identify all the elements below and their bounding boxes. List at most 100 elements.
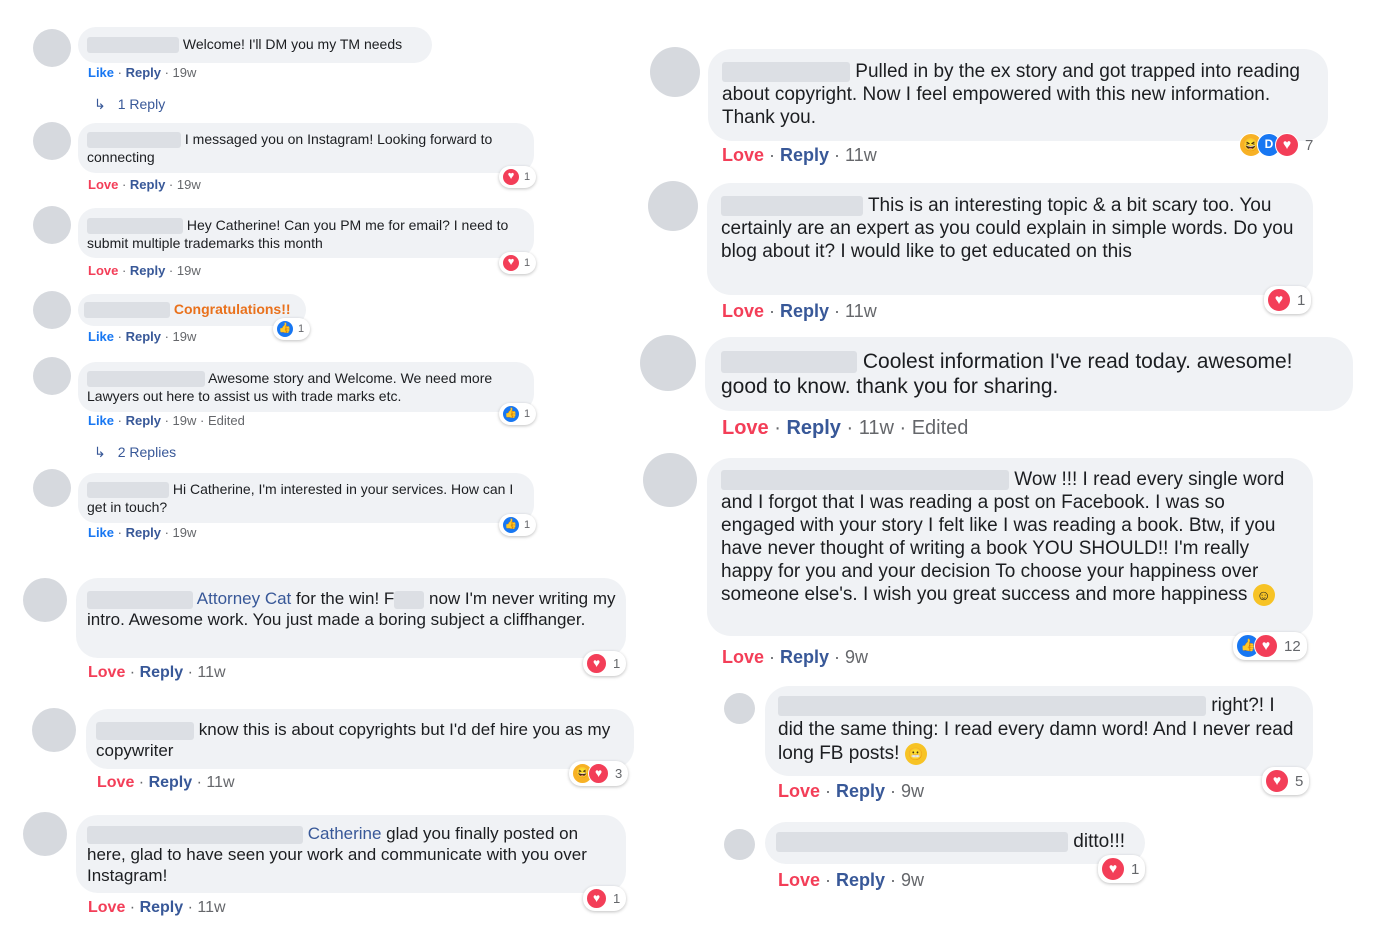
avatar[interactable]: [724, 693, 755, 724]
reply-button[interactable]: Reply: [836, 870, 885, 890]
timestamp[interactable]: 19w: [173, 413, 197, 428]
timestamp[interactable]: 11w: [197, 664, 225, 681]
thumbs-up-icon: 👍: [502, 516, 520, 534]
reply-button[interactable]: Reply: [130, 263, 165, 278]
timestamp[interactable]: 19w: [173, 65, 197, 80]
reply-button[interactable]: Reply: [140, 664, 184, 681]
avatar[interactable]: [33, 122, 71, 160]
reaction-summary[interactable]: ♥ 1: [1098, 855, 1146, 883]
reaction-summary[interactable]: ♥ 1: [499, 166, 537, 188]
reaction-summary[interactable]: 😆 D ♥ 7: [1236, 131, 1319, 159]
avatar[interactable]: [33, 357, 71, 395]
love-button[interactable]: Love: [722, 647, 764, 667]
like-button[interactable]: Like: [88, 525, 114, 540]
redacted-name[interactable]: [96, 721, 194, 740]
redacted-name[interactable]: [87, 37, 179, 54]
reaction-summary[interactable]: 👍 1: [273, 318, 311, 340]
reply-button[interactable]: Reply: [130, 177, 165, 192]
reply-button[interactable]: Reply: [780, 301, 829, 321]
love-button[interactable]: Love: [97, 774, 134, 791]
avatar[interactable]: [23, 812, 67, 856]
love-button[interactable]: Love: [722, 417, 769, 439]
love-button[interactable]: Love: [722, 301, 764, 321]
avatar[interactable]: [643, 453, 697, 507]
redacted-name[interactable]: [87, 825, 303, 844]
redacted-name[interactable]: [721, 469, 1009, 490]
reply-button[interactable]: Reply: [780, 145, 829, 165]
avatar[interactable]: [33, 29, 71, 67]
timestamp[interactable]: 11w: [206, 774, 234, 791]
love-button[interactable]: Love: [722, 145, 764, 165]
love-button[interactable]: Love: [88, 263, 118, 278]
reaction-summary[interactable]: 😆 ♥ 3: [569, 761, 629, 786]
mention-link[interactable]: Catherine: [308, 824, 382, 843]
avatar[interactable]: [650, 47, 700, 97]
avatar[interactable]: [724, 829, 755, 860]
redacted-name[interactable]: [776, 831, 1068, 852]
heart-icon: ♥: [1254, 634, 1278, 658]
view-replies-link[interactable]: ↳ 2 Replies: [94, 444, 176, 461]
love-button[interactable]: Love: [88, 177, 118, 192]
reply-button[interactable]: Reply: [786, 417, 840, 439]
reply-button[interactable]: Reply: [836, 781, 885, 801]
comment-actions: Love · Reply · 9w: [778, 870, 925, 890]
redacted-name[interactable]: [87, 371, 205, 388]
reaction-summary[interactable]: 👍 ♥ 12: [1233, 632, 1307, 660]
avatar[interactable]: [33, 469, 71, 507]
reply-button[interactable]: Reply: [126, 329, 161, 344]
timestamp[interactable]: 19w: [177, 263, 201, 278]
avatar[interactable]: [23, 578, 67, 622]
reply-button[interactable]: Reply: [780, 647, 829, 667]
mention-link[interactable]: Attorney Cat: [197, 589, 292, 608]
timestamp[interactable]: 9w: [901, 781, 924, 801]
reaction-summary[interactable]: ♥ 1: [583, 886, 627, 911]
avatar[interactable]: [640, 335, 696, 391]
timestamp[interactable]: 11w: [197, 899, 225, 916]
love-button[interactable]: Love: [778, 870, 820, 890]
like-button[interactable]: Like: [88, 329, 114, 344]
timestamp[interactable]: 19w: [173, 329, 197, 344]
edited-label[interactable]: Edited: [208, 413, 245, 428]
redacted-name[interactable]: [87, 218, 183, 235]
like-button[interactable]: Like: [88, 65, 114, 80]
love-button[interactable]: Love: [778, 781, 820, 801]
redacted-name[interactable]: [87, 482, 169, 499]
avatar[interactable]: [648, 181, 698, 231]
avatar[interactable]: [33, 291, 71, 329]
timestamp[interactable]: 11w: [859, 417, 894, 439]
avatar[interactable]: [33, 206, 71, 244]
reply-button[interactable]: Reply: [126, 65, 161, 80]
redacted-name[interactable]: [87, 590, 193, 609]
comment-bubble: Hi Catherine, I'm interested in your ser…: [78, 473, 534, 523]
timestamp[interactable]: 19w: [177, 177, 201, 192]
redacted-name[interactable]: [721, 195, 863, 216]
timestamp[interactable]: 19w: [173, 525, 197, 540]
redacted-name[interactable]: [84, 302, 170, 319]
comment-bubble: Welcome! I'll DM you my TM needs: [78, 27, 432, 63]
redacted-name[interactable]: [778, 695, 1206, 716]
reaction-summary[interactable]: 👍 1: [499, 403, 537, 425]
edited-label[interactable]: Edited: [912, 417, 969, 439]
redacted-name[interactable]: [721, 351, 857, 374]
avatar[interactable]: [32, 708, 76, 752]
reaction-summary[interactable]: ♥ 1: [583, 651, 627, 676]
view-replies-link[interactable]: ↳ 1 Reply: [94, 96, 165, 113]
timestamp[interactable]: 11w: [845, 145, 877, 165]
reply-button[interactable]: Reply: [140, 899, 184, 916]
reply-button[interactable]: Reply: [126, 525, 161, 540]
comment-bubble: ditto!!!: [765, 822, 1145, 864]
timestamp[interactable]: 9w: [845, 647, 868, 667]
reply-button[interactable]: Reply: [149, 774, 193, 791]
redacted-name[interactable]: [87, 132, 181, 149]
redacted-name[interactable]: [722, 61, 850, 82]
love-button[interactable]: Love: [88, 899, 125, 916]
reaction-summary[interactable]: ♥ 1: [1264, 286, 1312, 314]
reaction-summary[interactable]: 👍 1: [499, 514, 537, 536]
love-button[interactable]: Love: [88, 664, 125, 681]
timestamp[interactable]: 9w: [901, 870, 924, 890]
reaction-summary[interactable]: ♥ 5: [1262, 767, 1310, 795]
reply-button[interactable]: Reply: [126, 413, 161, 428]
timestamp[interactable]: 11w: [845, 301, 877, 321]
like-button[interactable]: Like: [88, 413, 114, 428]
reaction-summary[interactable]: ♥ 1: [499, 252, 537, 274]
